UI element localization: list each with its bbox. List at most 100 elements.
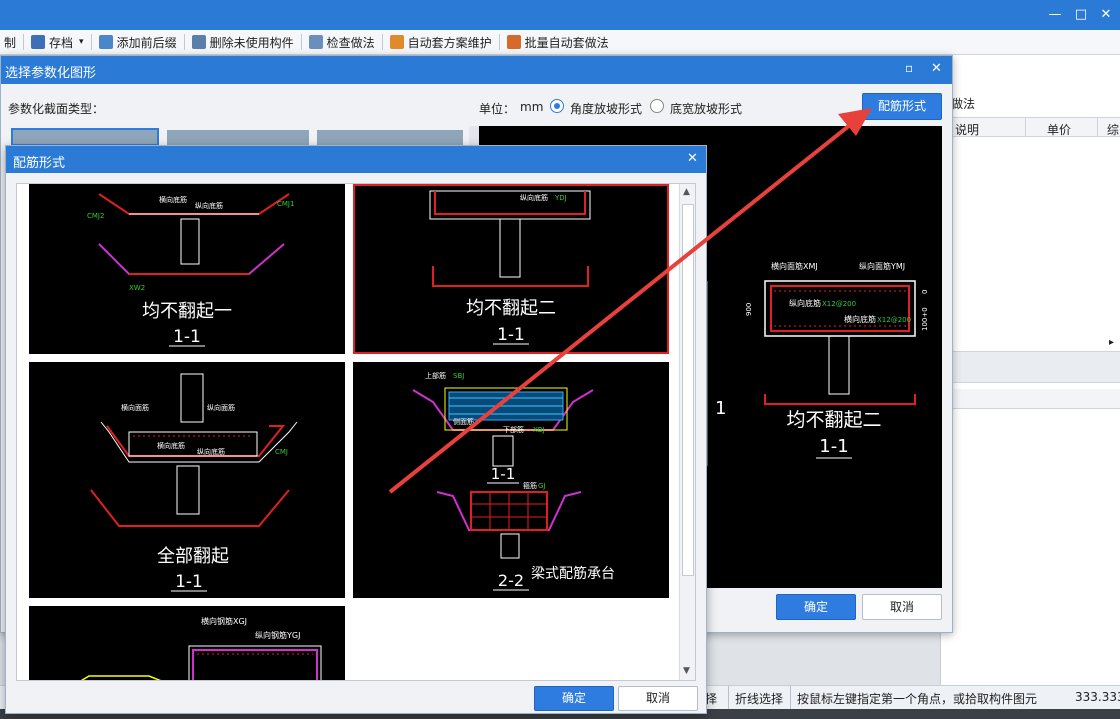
vertical-scrollbar[interactable]: ▲ ▼ — [679, 184, 695, 680]
add-prefix-icon — [98, 35, 113, 49]
unit-value: mm — [520, 100, 544, 114]
main-toolbar: 制 存档 ▾ 添加前后缀 删除未使用构件 检查做法 自动套方案维护 批量自动套做… — [0, 30, 1120, 55]
close-icon[interactable]: ✕ — [1097, 6, 1115, 24]
param-cancel-button[interactable]: 取消 — [862, 594, 942, 620]
column-header-total[interactable]: 综 — [1107, 121, 1119, 138]
label-horizontal-rebar: 横向钢筋XGJ — [201, 616, 247, 626]
delete-unused-icon — [191, 35, 206, 49]
column-header-price[interactable]: 单价 — [1047, 121, 1071, 138]
radio-angle-label[interactable]: 角度放坡形式 — [570, 100, 642, 117]
tile-section-top: 1-1 — [491, 465, 516, 483]
minimize-icon[interactable]: — — [1046, 6, 1064, 24]
label-top-longitudinal: 纵向面筋YMJ — [859, 261, 905, 271]
rebar-tile-selected[interactable]: 纵向底筋 YDJ 均不翻起二 1-1 — [353, 184, 669, 354]
label-cmj2: CMJ2 — [87, 212, 104, 220]
toolbar-batch-auto-button[interactable]: 批量自动套做法 — [503, 30, 613, 55]
method-panel: 做法 说明 单价 综 ▸ — [940, 55, 1120, 685]
label-dim-100: 100+0 — [921, 307, 929, 331]
maximize-icon[interactable]: ▫ — [905, 61, 913, 75]
sub-table-header — [941, 389, 1120, 409]
toolbar-delete-unused-button[interactable]: 删除未使用构件 — [188, 30, 298, 55]
radio-angle-slope[interactable] — [550, 99, 564, 113]
unit-label: 单位： — [479, 102, 516, 116]
toolbar-separator — [183, 34, 185, 50]
rebar-tile[interactable]: 横向钢筋XGJ 纵向钢筋YGJ — [29, 606, 345, 680]
label-stirrup: 箍筋 — [523, 481, 537, 490]
tile-title: 全部翻起 — [157, 546, 229, 567]
panel-divider — [941, 351, 1120, 383]
label-hdj: 横向底筋 — [159, 195, 187, 204]
preview-section: 1-1 — [819, 436, 848, 457]
auto-scheme-icon — [389, 35, 404, 49]
label-lower: 下部筋 — [503, 425, 524, 434]
tile-title: 均不翻起二 — [466, 298, 556, 319]
dialog-title: 配筋形式 — [13, 156, 66, 171]
label-vertical-rebar: 纵向钢筋YGJ — [255, 630, 300, 640]
label-dim-0: 0 — [921, 290, 929, 294]
tile-section: 1-1 — [175, 572, 203, 592]
chevron-down-icon[interactable]: ▾ — [79, 37, 84, 47]
toolbar-save-button[interactable]: 存档 ▾ — [27, 30, 88, 55]
rebar-dialog-titlebar: 配筋形式 ✕ — [6, 146, 706, 173]
tile-section: 2-2 — [498, 571, 524, 590]
toolbar-label: 存档 — [49, 35, 74, 50]
toolbar-separator — [300, 34, 302, 50]
tile-title: 均不翻起一 — [142, 301, 232, 322]
scrollbar[interactable] — [469, 126, 479, 146]
label-hdj: 横向底筋 — [157, 441, 185, 450]
toolbar-check-method-button[interactable]: 检查做法 — [305, 30, 379, 55]
rebar-form-dialog: 配筋形式 ✕ CMJ2 CMJ1 横向底筋 纵向底筋 XW2 均不翻起一 1-1 — [5, 145, 707, 714]
shape-thumbnail[interactable] — [317, 130, 463, 146]
column-header-desc[interactable]: 说明 — [955, 121, 979, 138]
label-spec2: X12@200 — [877, 316, 911, 324]
rebar-tile[interactable]: CMJ2 CMJ1 横向底筋 纵向底筋 XW2 均不翻起一 1-1 — [29, 184, 345, 354]
batch-auto-icon — [506, 35, 521, 49]
toolbar-label: 制 — [4, 35, 17, 50]
scroll-right-icon[interactable]: ▸ — [1109, 337, 1114, 348]
rebar-ok-button[interactable]: 确定 — [534, 686, 614, 711]
scroll-up-icon[interactable]: ▲ — [683, 187, 690, 197]
scrollbar-thumb[interactable] — [682, 204, 694, 576]
toolbar-item-partial[interactable]: 制 — [0, 30, 20, 55]
label-dim-900: 900 — [745, 303, 753, 316]
check-method-icon — [308, 35, 323, 49]
rebar-cancel-button[interactable]: 取消 — [618, 686, 698, 711]
status-hint: 按鼠标左键指定第一个角点，或拾取构件图元 — [797, 692, 1038, 706]
section-type-label: 参数化截面类型： — [8, 102, 105, 116]
app-titlebar: — □ ✕ — [0, 0, 1120, 30]
maximize-icon[interactable]: □ — [1072, 6, 1090, 24]
rebar-form-button[interactable]: 配筋形式 — [862, 93, 942, 120]
label-cmj1: CMJ1 — [277, 200, 294, 208]
radio-width-slope[interactable] — [650, 99, 664, 113]
label-side: 侧面筋 — [453, 417, 474, 426]
toolbar-label: 检查做法 — [326, 35, 375, 50]
rebar-tile-grid: CMJ2 CMJ1 横向底筋 纵向底筋 XW2 均不翻起一 1-1 纵向底筋 Y… — [16, 183, 696, 681]
label-bottom-longitudinal: 纵向底筋 — [789, 298, 821, 308]
toolbar-add-prefix-button[interactable]: 添加前后缀 — [95, 30, 181, 55]
method-tab-label[interactable]: 做法 — [951, 95, 975, 112]
rebar-tile[interactable]: 横向面筋 纵向面筋 横向底筋 纵向底筋 CMJ 全部翻起 1-1 — [29, 362, 345, 598]
close-icon[interactable]: ✕ — [687, 151, 698, 166]
dialog-title: 选择参数化图形 — [5, 66, 97, 81]
label-hmj: 横向面筋 — [121, 403, 149, 412]
toolbar-label: 自动套方案维护 — [407, 35, 492, 50]
param-ok-button[interactable]: 确定 — [776, 594, 856, 620]
param-dialog-titlebar: 选择参数化图形 ▫ ✕ — [1, 56, 952, 84]
tile-section: 1-1 — [173, 327, 201, 347]
toolbar-auto-scheme-button[interactable]: 自动套方案维护 — [386, 30, 496, 55]
rebar-tile[interactable]: 上部筋 SBJ 侧面筋 下部筋 XBJ 1-1 箍筋 GJ 2-2 梁式配筋承台 — [353, 362, 669, 598]
label-ydj: YDJ — [554, 194, 567, 202]
shape-thumbnail[interactable] — [167, 130, 309, 146]
status-polyline-select[interactable]: 折线选择 — [735, 690, 783, 707]
radio-width-label[interactable]: 底宽放坡形式 — [670, 100, 742, 117]
status-divider — [728, 686, 729, 710]
label-top-horizontal: 横向面筋XMJ — [771, 261, 818, 271]
scroll-down-icon[interactable]: ▼ — [683, 666, 690, 676]
status-divider — [790, 686, 791, 710]
toolbar-separator — [23, 34, 25, 50]
shape-thumbnail[interactable] — [11, 128, 159, 146]
label-zdj: 纵向底筋 — [197, 447, 225, 456]
close-icon[interactable]: ✕ — [931, 61, 942, 76]
preview-title: 均不翻起二 — [786, 409, 881, 431]
method-table-header: 说明 单价 综 — [941, 117, 1120, 137]
